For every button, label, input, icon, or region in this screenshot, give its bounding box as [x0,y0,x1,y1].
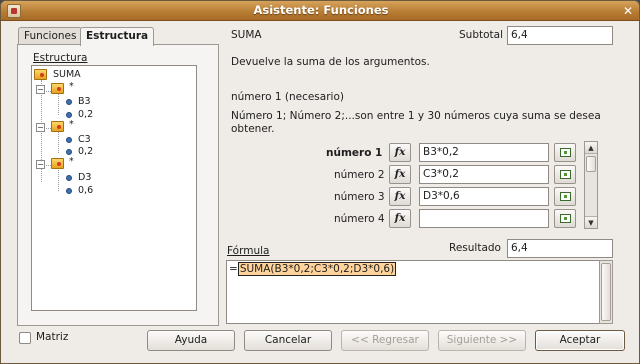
result-field: 6,4 [507,239,613,258]
tab-estructura[interactable]: Estructura [80,27,155,46]
formula-editor[interactable]: = SUMA(B3*0,2;C3*0,2;D3*0,6) [226,260,613,324]
fx-button-4[interactable]: fx [389,209,411,228]
shrink-button-2[interactable] [554,165,576,184]
subtotal-label: Subtotal [459,29,503,41]
structure-label: Estructura [33,52,88,64]
window-title: Asistente: Funciones [253,3,389,17]
function-folder-icon [51,83,64,94]
cancel-button[interactable]: Cancelar [244,330,332,351]
matriz-checkbox[interactable] [19,332,31,344]
formula-text: = SUMA(B3*0,2;C3*0,2;D3*0,6) [229,262,397,276]
value-dot-icon [66,149,72,155]
scroll-up-icon[interactable]: ▲ [585,142,597,154]
fx-icon: fx [394,168,406,180]
ok-button[interactable]: Aceptar [535,330,625,351]
arg-label-2: número 2 [334,169,385,181]
function-folder-icon [51,121,64,132]
arg-label-4: número 4 [334,213,385,225]
title-bar: Asistente: Funciones ✕ [1,1,639,21]
value-dot-icon [66,188,72,194]
value-dot-icon [66,175,72,181]
value-dot-icon [66,99,72,105]
scroll-down-icon[interactable]: ▼ [585,216,597,228]
shrink-icon [560,192,571,201]
formula-selection: SUMA(B3*0,2;C3*0,2;D3*0,6) [237,262,397,276]
collapse-icon[interactable]: − [36,85,45,94]
shrink-button-1[interactable] [554,143,576,162]
fx-button-1[interactable]: fx [389,143,411,162]
formula-scrollbar[interactable] [599,260,613,324]
matriz-label: Matriz [36,331,69,343]
function-folder-icon [34,69,47,80]
scroll-thumb[interactable] [586,156,596,172]
subtotal-field: 6,4 [507,26,613,45]
formula-label: Fórmula [227,245,270,257]
function-name: SUMA [231,29,262,41]
argument-heading: número 1 (necesario) [231,91,344,103]
structure-tree[interactable]: SUMA − * B3 0,2 − * C3 0,2 − * D3 0,6 [31,65,197,311]
tab-funciones[interactable]: Funciones [18,27,83,45]
arg-input-2[interactable]: C3*0,2 [419,165,549,184]
shrink-icon [560,214,571,223]
fx-button-3[interactable]: fx [389,187,411,206]
help-button[interactable]: Ayuda [147,330,235,351]
fx-icon: fx [394,212,406,224]
collapse-icon[interactable]: − [36,123,45,132]
arg-input-4[interactable] [419,209,549,228]
close-icon[interactable]: ✕ [621,4,635,18]
value-dot-icon [66,112,72,118]
arg-label-3: número 3 [334,191,385,203]
argument-description-line1: Número 1; Número 2;...son entre 1 y 30 n… [231,110,601,122]
next-button[interactable]: Siguiente >> [438,330,526,351]
value-dot-icon [66,137,72,143]
shrink-icon [560,148,571,157]
function-folder-icon [51,158,64,169]
fx-icon: fx [394,190,406,202]
arg-label-1: número 1 [326,147,383,159]
arg-input-3[interactable]: D3*0,6 [419,187,549,206]
result-label: Resultado [449,242,501,254]
function-description: Devuelve la suma de los argumentos. [231,56,430,68]
argument-description-line2: obtener. [231,123,275,135]
function-wizard-dialog: Asistente: Funciones ✕ Funciones Estruct… [0,0,640,364]
arguments-scrollbar[interactable]: ▲ ▼ [584,141,598,229]
shrink-icon [560,170,571,179]
arg-input-1[interactable]: B3*0,2 [419,143,549,162]
collapse-icon[interactable]: − [36,160,45,169]
shrink-button-4[interactable] [554,209,576,228]
shrink-button-3[interactable] [554,187,576,206]
back-button[interactable]: << Regresar [341,330,429,351]
fx-icon: fx [394,146,406,158]
scroll-thumb[interactable] [601,263,611,321]
fx-button-2[interactable]: fx [389,165,411,184]
